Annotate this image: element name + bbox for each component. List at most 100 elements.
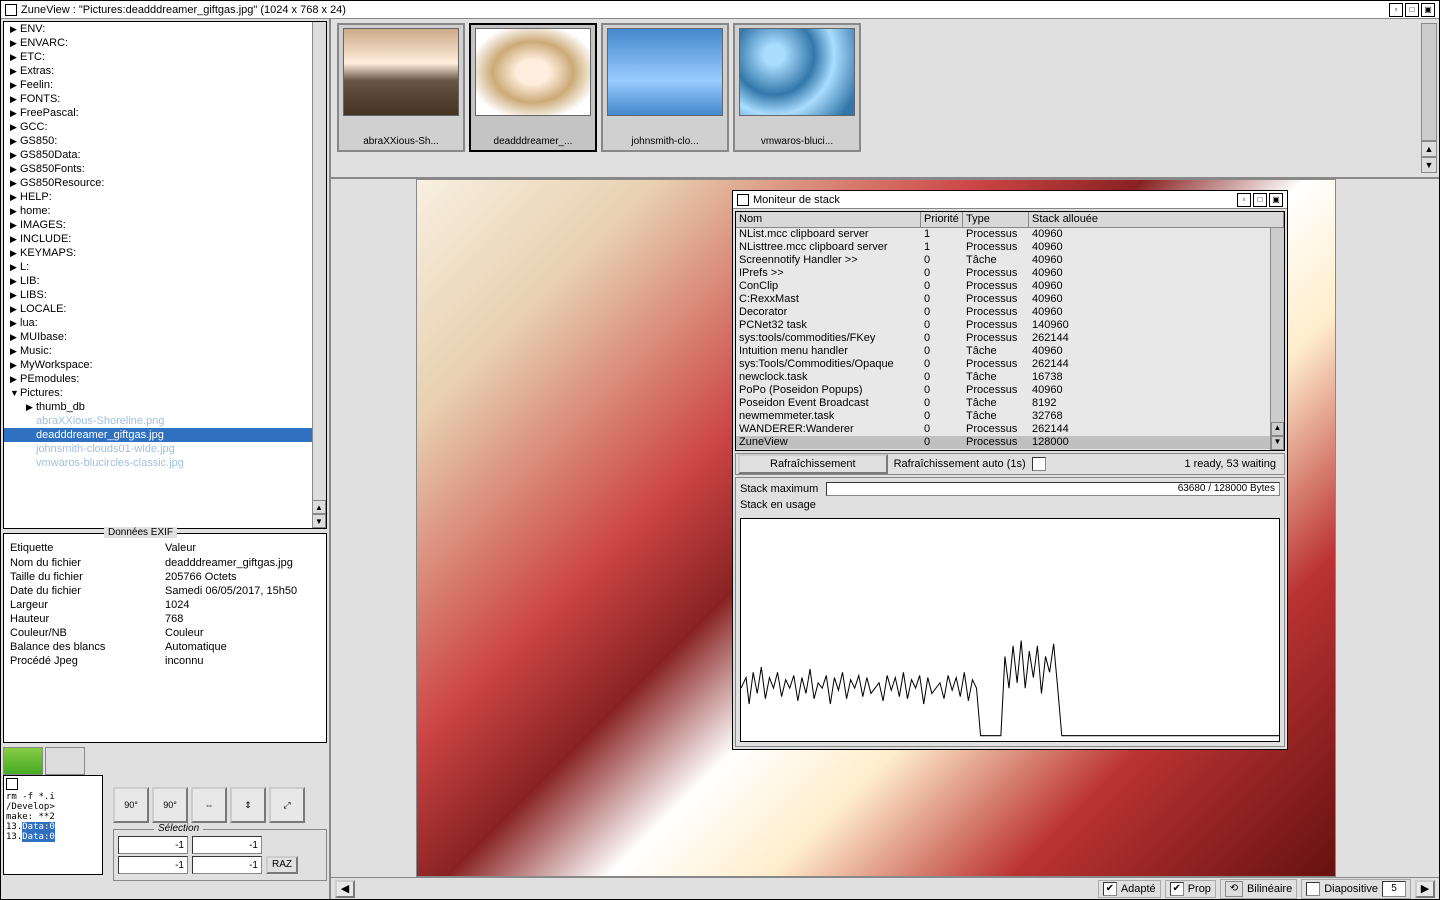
col-nom[interactable]: Nom — [736, 212, 921, 227]
process-row[interactable]: PCNet32 task0Processus140960 — [736, 319, 1284, 332]
thumbnail[interactable]: abraXXious-Sh... — [337, 23, 465, 152]
fit-button[interactable]: ⤢ — [269, 787, 305, 823]
tool-tab-1[interactable] — [3, 747, 43, 775]
thumb-scroll-down[interactable]: ▼ — [1421, 157, 1437, 173]
tree-item[interactable]: ▶ENVARC: — [4, 36, 326, 50]
rotate-left-button[interactable]: 90° — [113, 787, 149, 823]
tree-item[interactable]: ▶INCLUDE: — [4, 232, 326, 246]
sel-y1[interactable] — [192, 836, 262, 854]
process-table[interactable]: Nom Priorité Type Stack allouée NList.mc… — [735, 211, 1285, 451]
tree-item[interactable]: ▶Feelin: — [4, 78, 326, 92]
zoom-button[interactable]: □ — [1405, 3, 1419, 17]
tree-item[interactable]: ▶IMAGES: — [4, 218, 326, 232]
rotate-right-button[interactable]: 90° — [152, 787, 188, 823]
tree-item[interactable]: ▶LOCALE: — [4, 302, 326, 316]
tree-item[interactable]: ▶PEmodules: — [4, 372, 326, 386]
process-row[interactable]: PoPo (Poseidon Popups)0Processus40960 — [736, 384, 1284, 397]
tree-item[interactable]: ▶MUIbase: — [4, 330, 326, 344]
process-row[interactable]: Poseidon Event Broadcast0Tâche8192 — [736, 397, 1284, 410]
sel-x2[interactable] — [118, 856, 188, 874]
tree-item[interactable]: ▶ENV: — [4, 22, 326, 36]
tree-item[interactable]: ▶lua: — [4, 316, 326, 330]
tree-item[interactable]: ▶LIBS: — [4, 288, 326, 302]
stack-close-gadget[interactable] — [737, 194, 749, 206]
thumb-scrollbar[interactable]: ▲ ▼ — [1421, 23, 1437, 173]
col-stack[interactable]: Stack allouée — [1029, 212, 1284, 227]
tree-item[interactable]: ▶HELP: — [4, 190, 326, 204]
tree-item[interactable]: vmwaros-blucircles-classic.jpg — [4, 456, 326, 470]
prev-image-button[interactable]: ◀ — [335, 880, 355, 898]
stack-zoom-button[interactable]: □ — [1253, 193, 1267, 207]
iconify-button[interactable]: ▫ — [1389, 3, 1403, 17]
prop-checkbox[interactable]: ✔ — [1170, 882, 1184, 896]
thumb-scroll-up[interactable]: ▲ — [1421, 141, 1437, 157]
stack-iconify-button[interactable]: ▫ — [1237, 193, 1251, 207]
process-row[interactable]: NList.mcc clipboard server1Processus4096… — [736, 228, 1284, 241]
terminal-gadget[interactable] — [6, 778, 18, 790]
tree-item[interactable]: ▶Extras: — [4, 64, 326, 78]
process-row[interactable]: WANDERER:Wanderer0Processus262144 — [736, 423, 1284, 436]
col-prio[interactable]: Priorité — [921, 212, 963, 227]
tree-item[interactable]: ▶ETC: — [4, 50, 326, 64]
tree-item[interactable]: ▼Pictures: — [4, 386, 326, 400]
flip-v-button[interactable]: ⇕ — [230, 787, 266, 823]
tree-item[interactable]: deadddreamer_giftgas.jpg — [4, 428, 326, 442]
close-gadget[interactable] — [5, 4, 17, 16]
process-row[interactable]: C:RexxMast0Processus40960 — [736, 293, 1284, 306]
tree-item[interactable]: ▶KEYMAPS: — [4, 246, 326, 260]
tree-item[interactable]: ▶GS850Resource: — [4, 176, 326, 190]
thumbnail[interactable]: vmwaros-bluci... — [733, 23, 861, 152]
process-row[interactable]: ConClip0Processus40960 — [736, 280, 1284, 293]
process-row[interactable]: IPrefs >>0Processus40960 — [736, 267, 1284, 280]
tree-item[interactable]: ▶home: — [4, 204, 326, 218]
adapte-checkbox[interactable]: ✔ — [1103, 882, 1117, 896]
raz-button[interactable]: RAZ — [266, 856, 298, 874]
tree-item[interactable]: ▶L: — [4, 260, 326, 274]
filter-cycle[interactable]: ⟲ — [1225, 881, 1243, 897]
exif-title: Données EXIF — [104, 527, 177, 538]
col-type[interactable]: Type — [963, 212, 1029, 227]
process-row[interactable]: Screennotify Handler >>0Tâche40960 — [736, 254, 1284, 267]
tree-item[interactable]: ▶FreePascal: — [4, 106, 326, 120]
tree-item[interactable]: ▶Music: — [4, 344, 326, 358]
tree-item[interactable]: ▶MyWorkspace: — [4, 358, 326, 372]
tree-item[interactable]: ▶GS850Data: — [4, 148, 326, 162]
thumbnail[interactable]: johnsmith-clo... — [601, 23, 729, 152]
tree-item[interactable]: ▶GCC: — [4, 120, 326, 134]
directory-tree[interactable]: ▶ENV:▶ENVARC:▶ETC:▶Extras:▶Feelin:▶FONTS… — [3, 21, 327, 529]
tree-item[interactable]: ▶LIB: — [4, 274, 326, 288]
sel-y2[interactable] — [192, 856, 262, 874]
depth-button[interactable]: ▣ — [1421, 3, 1435, 17]
tool-tab-2[interactable] — [45, 747, 85, 775]
stack-max-bar: 63680 / 128000 Bytes — [826, 482, 1280, 496]
process-row[interactable]: NListtree.mcc clipboard server1Processus… — [736, 241, 1284, 254]
tree-item[interactable]: ▶FONTS: — [4, 92, 326, 106]
tree-item[interactable]: ▶thumb_db — [4, 400, 326, 414]
refresh-button[interactable]: Rafraîchissement — [738, 454, 888, 474]
flip-h-button[interactable]: ⇔ — [191, 787, 227, 823]
process-scrollbar[interactable]: ▲ ▼ — [1270, 228, 1284, 450]
tree-item[interactable]: abraXXious-Shoreline.png — [4, 414, 326, 428]
tree-item[interactable]: ▶GS850Fonts: — [4, 162, 326, 176]
selection-box: Sélection RAZ — [113, 829, 327, 881]
tree-item[interactable]: ▶GS850: — [4, 134, 326, 148]
diapositive-checkbox[interactable] — [1306, 882, 1320, 896]
process-row[interactable]: newmemmeter.task0Tâche32768 — [736, 410, 1284, 423]
diapositive-seconds[interactable] — [1382, 881, 1406, 897]
auto-refresh-checkbox[interactable] — [1032, 457, 1046, 471]
stack-titlebar[interactable]: Moniteur de stack ▫ □ ▣ — [733, 191, 1287, 209]
process-row[interactable]: newclock.task0Tâche16738 — [736, 371, 1284, 384]
thumbnail[interactable]: deadddreamer_... — [469, 23, 597, 152]
process-row[interactable]: sys:tools/commodities/FKey0Processus2621… — [736, 332, 1284, 345]
stack-depth-button[interactable]: ▣ — [1269, 193, 1283, 207]
main-titlebar[interactable]: ZuneView : "Pictures:deadddreamer_giftga… — [1, 1, 1439, 19]
process-row[interactable]: Intuition menu handler0Tâche40960 — [736, 345, 1284, 358]
tree-item[interactable]: johnsmith-clouds01-wide.jpg — [4, 442, 326, 456]
process-row[interactable]: sys:Tools/Commodities/Opaque0Processus26… — [736, 358, 1284, 371]
process-row[interactable]: Decorator0Processus40960 — [736, 306, 1284, 319]
process-row[interactable]: ZuneView0Processus128000 — [736, 436, 1284, 449]
next-image-button[interactable]: ▶ — [1415, 880, 1435, 898]
stack-usage-graph — [740, 518, 1280, 742]
sel-x1[interactable] — [118, 836, 188, 854]
ready-waiting-status: 1 ready, 53 waiting — [1184, 458, 1282, 470]
